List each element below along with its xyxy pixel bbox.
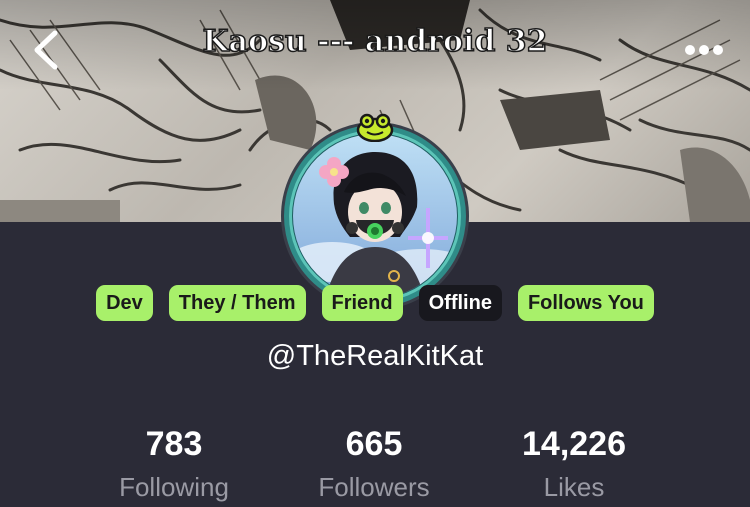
avatar[interactable] xyxy=(272,112,478,312)
likes-count: 14,226 xyxy=(522,425,626,463)
more-horizontal-icon xyxy=(685,45,723,55)
following-count: 783 xyxy=(145,425,203,463)
likes-label: Likes xyxy=(543,472,605,502)
back-button[interactable] xyxy=(22,22,70,78)
frog-icon xyxy=(356,113,394,142)
followers-count: 665 xyxy=(345,425,403,463)
profile-stats: 783 Following 665 Followers 14,226 Likes xyxy=(0,424,750,507)
profile-tags: Dev They / Them Friend Offline Follows Y… xyxy=(0,285,750,321)
chevron-left-icon xyxy=(34,30,58,70)
tag-follows-you[interactable]: Follows You xyxy=(517,285,654,321)
followers-label: Followers xyxy=(318,472,430,502)
more-options-button[interactable] xyxy=(676,30,732,70)
following-label: Following xyxy=(119,472,229,502)
user-handle: @TheRealKitKat xyxy=(266,340,484,372)
stat-followers[interactable]: 665 Followers xyxy=(274,424,474,504)
avatar-image xyxy=(281,122,469,310)
stat-following[interactable]: 783 Following xyxy=(74,424,274,504)
tag-status-offline[interactable]: Offline xyxy=(418,285,502,321)
tag-pronouns[interactable]: They / Them xyxy=(168,285,306,321)
stat-likes[interactable]: 14,226 Likes xyxy=(474,424,674,504)
tag-friend[interactable]: Friend xyxy=(321,285,403,321)
page-title: Kaosu --- android 32 xyxy=(202,23,549,60)
tag-dev[interactable]: Dev xyxy=(96,285,153,321)
